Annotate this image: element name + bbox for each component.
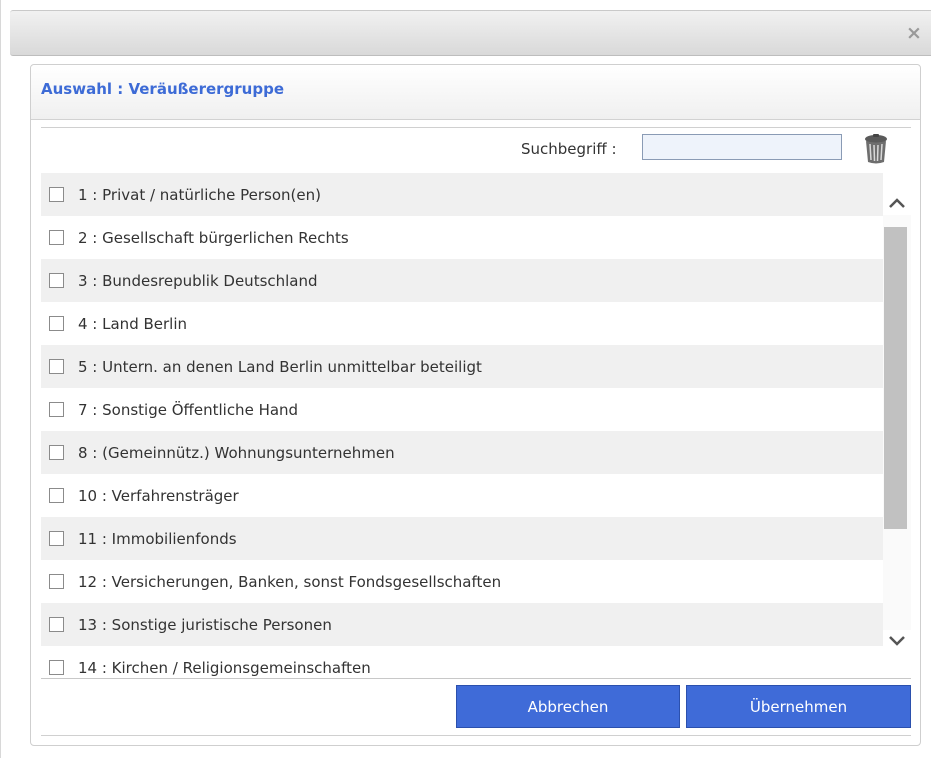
trash-icon[interactable] — [862, 133, 890, 165]
checkbox[interactable] — [49, 316, 64, 331]
checkbox[interactable] — [49, 574, 64, 589]
list-item-label: 11 : Immobilienfonds — [78, 529, 237, 548]
chevron-up-icon[interactable] — [883, 191, 911, 215]
apply-button[interactable]: Übernehmen — [686, 685, 911, 728]
list-item-label: 10 : Verfahrensträger — [78, 486, 239, 505]
panel-title: Auswahl : Veräußerergruppe — [41, 80, 285, 98]
selection-panel: Auswahl : Veräußerergruppe Suchbegriff :… — [30, 64, 921, 746]
checkbox[interactable] — [49, 660, 64, 675]
list-item[interactable]: 5 : Untern. an denen Land Berlin unmitte… — [41, 345, 883, 388]
dialog-titlebar[interactable]: × — [10, 10, 931, 56]
list-item[interactable]: 8 : (Gemeinnütz.) Wohnungsunternehmen — [41, 431, 883, 474]
close-icon[interactable]: × — [903, 22, 925, 44]
list-item[interactable]: 14 : Kirchen / Religionsgemeinschaften — [41, 646, 883, 678]
list-item[interactable]: 12 : Versicherungen, Banken, sonst Fonds… — [41, 560, 883, 603]
list-item[interactable]: 10 : Verfahrensträger — [41, 474, 883, 517]
cancel-button[interactable]: Abbrechen — [456, 685, 680, 728]
scrollbar-thumb[interactable] — [884, 227, 907, 529]
chevron-down-icon[interactable] — [883, 628, 911, 652]
checkbox[interactable] — [49, 488, 64, 503]
search-label: Suchbegriff : — [521, 140, 617, 158]
list-item[interactable]: 11 : Immobilienfonds — [41, 517, 883, 560]
list-item-label: 4 : Land Berlin — [78, 314, 188, 333]
checkbox[interactable] — [49, 531, 64, 546]
checkbox[interactable] — [49, 617, 64, 632]
list-item[interactable]: 1 : Privat / natürliche Person(en) — [41, 173, 883, 216]
window-edge — [0, 0, 1, 758]
list-item[interactable]: 2 : Gesellschaft bürgerlichen Rechts — [41, 216, 883, 259]
list-item[interactable]: 3 : Bundesrepublik Deutschland — [41, 259, 883, 302]
checkbox[interactable] — [49, 402, 64, 417]
divider — [41, 735, 911, 736]
list-item[interactable]: 4 : Land Berlin — [41, 302, 883, 345]
checkbox[interactable] — [49, 187, 64, 202]
checkbox[interactable] — [49, 445, 64, 460]
list-item-label: 7 : Sonstige Öffentliche Hand — [78, 400, 299, 419]
panel-header: Auswahl : Veräußerergruppe — [31, 65, 920, 120]
divider — [41, 678, 911, 679]
checkbox[interactable] — [49, 230, 64, 245]
list-item-label: 3 : Bundesrepublik Deutschland — [78, 271, 318, 290]
divider — [41, 127, 911, 128]
list-item-label: 1 : Privat / natürliche Person(en) — [78, 185, 321, 204]
list-item-label: 8 : (Gemeinnütz.) Wohnungsunternehmen — [78, 443, 395, 462]
checkbox[interactable] — [49, 359, 64, 374]
search-input[interactable] — [642, 134, 842, 160]
list-item-label: 5 : Untern. an denen Land Berlin unmitte… — [78, 357, 482, 376]
list-item-label: 2 : Gesellschaft bürgerlichen Rechts — [78, 228, 349, 247]
list-item[interactable]: 7 : Sonstige Öffentliche Hand — [41, 388, 883, 431]
list-item-label: 13 : Sonstige juristische Personen — [78, 615, 332, 634]
list-item-label: 12 : Versicherungen, Banken, sonst Fonds… — [78, 572, 502, 591]
checkbox[interactable] — [49, 273, 64, 288]
list-item-label: 14 : Kirchen / Religionsgemeinschaften — [78, 658, 371, 677]
item-list: 1 : Privat / natürliche Person(en) 2 : Ge… — [41, 173, 883, 678]
list-item[interactable]: 13 : Sonstige juristische Personen — [41, 603, 883, 646]
